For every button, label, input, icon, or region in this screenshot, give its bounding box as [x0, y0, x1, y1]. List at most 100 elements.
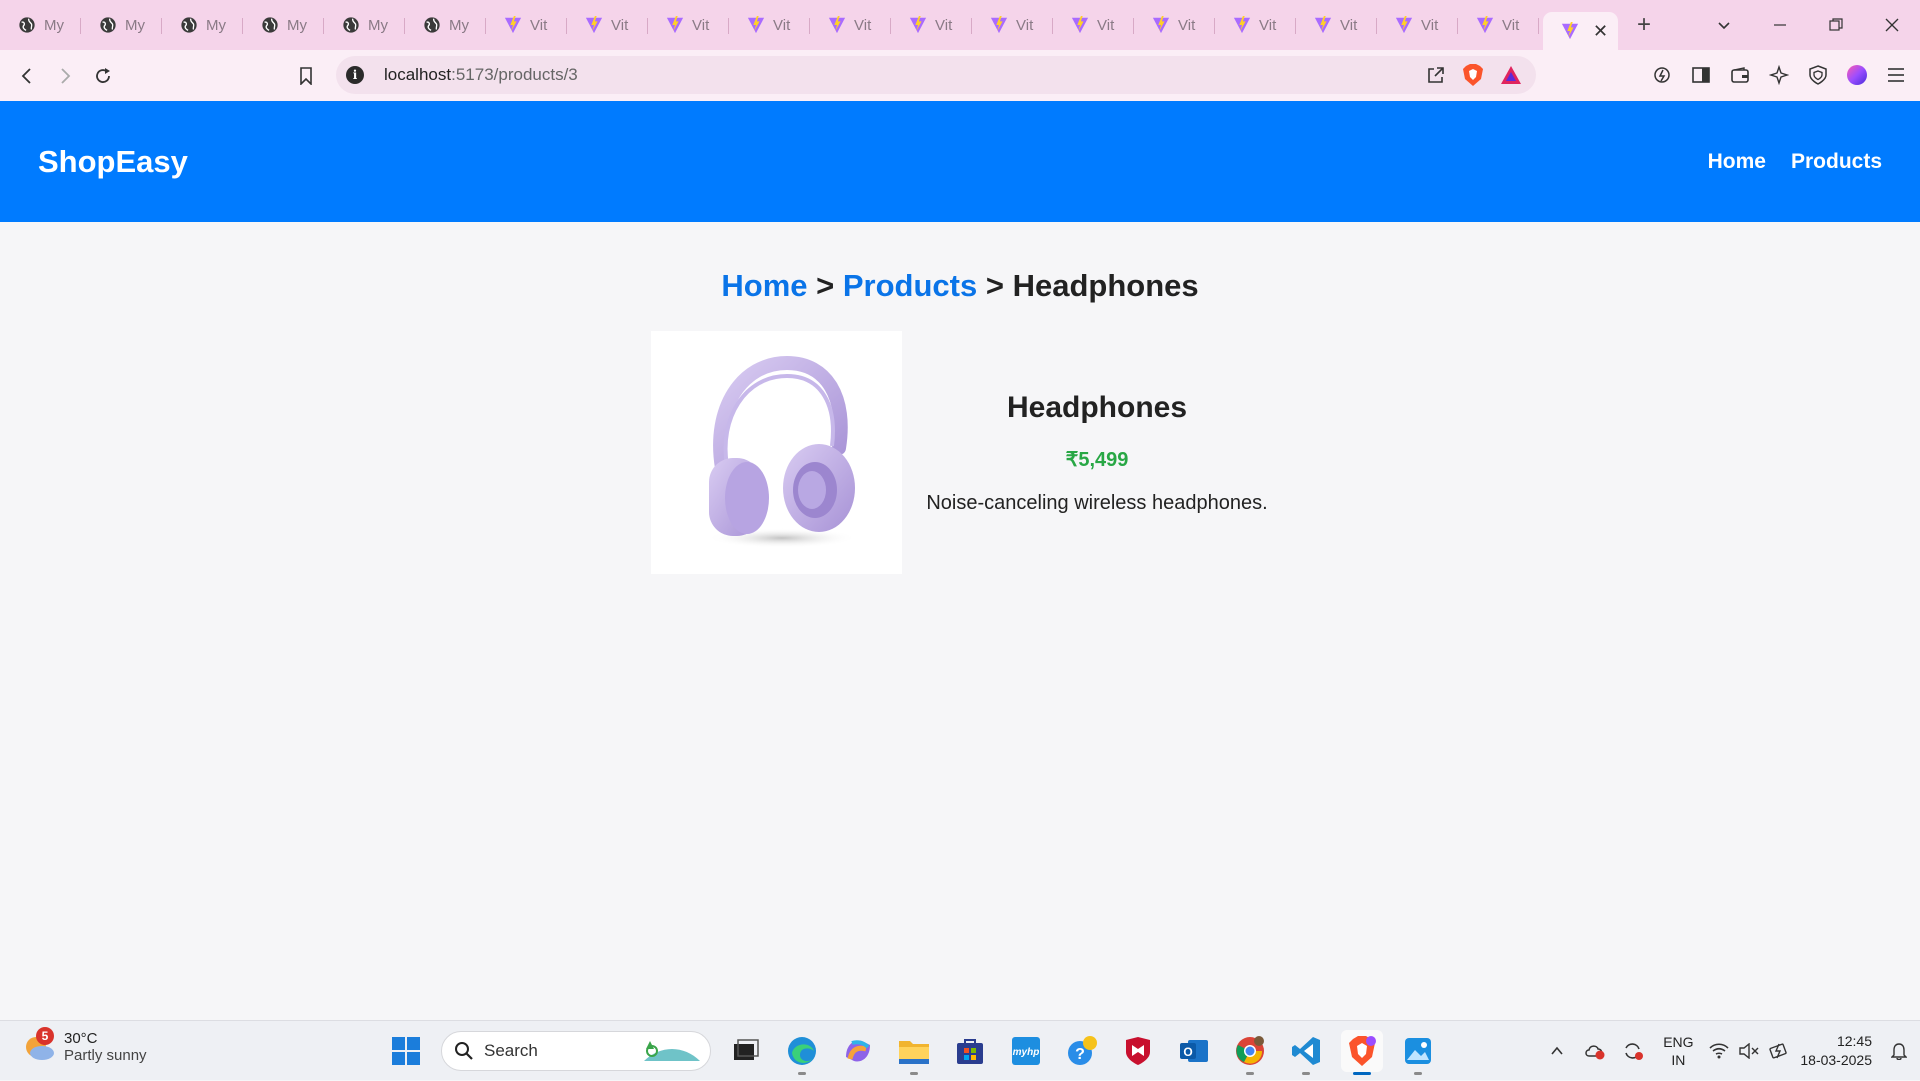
- file-explorer-icon[interactable]: [893, 1030, 935, 1075]
- vscode-icon[interactable]: [1285, 1030, 1327, 1075]
- browser-tab[interactable]: Vit: [486, 6, 567, 44]
- notifications-bell-icon[interactable]: [1882, 1031, 1916, 1071]
- browser-tab[interactable]: My: [81, 6, 162, 44]
- product-info: Headphones ₹5,499 Noise-canceling wirele…: [902, 391, 1292, 515]
- globe-icon: [342, 16, 360, 34]
- globe-icon: [423, 16, 441, 34]
- browser-tab[interactable]: Vit: [1215, 6, 1296, 44]
- show-hidden-icons-chevron[interactable]: [1538, 1031, 1576, 1071]
- breadcrumb-current: Headphones: [1012, 268, 1199, 303]
- profile-avatar-icon[interactable]: [1838, 56, 1875, 94]
- browser-tab[interactable]: Vit: [648, 6, 729, 44]
- onedrive-error-icon[interactable]: [1576, 1031, 1614, 1071]
- product-image: [651, 331, 902, 574]
- minimize-button[interactable]: [1752, 0, 1808, 50]
- browser-tab[interactable]: Vit: [1296, 6, 1377, 44]
- vite-icon: [909, 16, 927, 34]
- vpn-shield-icon[interactable]: [1799, 56, 1836, 94]
- url-host: localhost: [384, 65, 452, 84]
- chrome-icon[interactable]: [1229, 1030, 1271, 1075]
- back-button[interactable]: [8, 57, 46, 95]
- clock-time: 12:45: [1836, 1033, 1872, 1049]
- leo-ai-icon[interactable]: [1760, 56, 1797, 94]
- browser-tab[interactable]: My: [405, 6, 486, 44]
- forward-button[interactable]: [46, 57, 84, 95]
- browser-tab[interactable]: Vit: [891, 6, 972, 44]
- breadcrumb-home-link[interactable]: Home: [721, 268, 807, 303]
- mcafee-icon[interactable]: [1117, 1030, 1159, 1072]
- tab-title: Vit: [1502, 16, 1520, 34]
- breadcrumb-products-link[interactable]: Products: [843, 268, 977, 303]
- product-description: Noise-canceling wireless headphones.: [926, 491, 1268, 514]
- wifi-icon[interactable]: [1704, 1031, 1734, 1071]
- task-view-icon[interactable]: [725, 1030, 767, 1072]
- tab-search-chevron-icon[interactable]: [1696, 0, 1752, 50]
- close-window-button[interactable]: [1864, 0, 1920, 50]
- tab-title: Vit: [935, 16, 953, 34]
- browser-tab[interactable]: Vit: [810, 6, 891, 44]
- taskbar-search[interactable]: Search: [441, 1031, 711, 1071]
- browser-tab[interactable]: Vit: [1134, 6, 1215, 44]
- clock[interactable]: 12:45 18-03-2025: [1800, 1032, 1872, 1070]
- menu-icon[interactable]: [1877, 56, 1914, 94]
- battery-charging-icon[interactable]: [1764, 1031, 1794, 1071]
- microsoft-store-icon[interactable]: [949, 1030, 991, 1072]
- vite-icon: [1561, 22, 1579, 40]
- share-icon[interactable]: [1426, 65, 1446, 85]
- volume-muted-icon[interactable]: [1734, 1031, 1764, 1071]
- lang-region: IN: [1671, 1052, 1686, 1068]
- site-logo[interactable]: ShopEasy: [38, 144, 188, 180]
- lang-primary: ENG: [1663, 1034, 1694, 1050]
- browser-tab[interactable]: My: [243, 6, 324, 44]
- active-tab[interactable]: ✕: [1543, 12, 1618, 50]
- speedreader-icon[interactable]: [1643, 56, 1680, 94]
- browser-tab[interactable]: Vit: [1458, 6, 1539, 44]
- site-info-icon[interactable]: i: [346, 66, 364, 84]
- nav-products-link[interactable]: Products: [1791, 150, 1882, 174]
- url-path: :5173/products/3: [451, 65, 578, 84]
- outlook-icon[interactable]: O: [1173, 1030, 1215, 1072]
- reload-button[interactable]: [84, 57, 122, 95]
- brave-taskbar-icon[interactable]: [1341, 1030, 1383, 1075]
- browser-tab[interactable]: My: [324, 6, 405, 44]
- product-price: ₹5,499: [1065, 448, 1129, 471]
- nav-home-link[interactable]: Home: [1708, 150, 1766, 174]
- new-tab-button[interactable]: +: [1624, 6, 1664, 44]
- restore-button[interactable]: [1808, 0, 1864, 50]
- close-tab-icon[interactable]: ✕: [1593, 21, 1608, 42]
- tab-title: Vit: [1259, 16, 1277, 34]
- bookmark-icon[interactable]: [287, 57, 325, 95]
- main-nav: Home Products: [1708, 150, 1882, 174]
- vite-icon: [828, 16, 846, 34]
- edge-icon[interactable]: [781, 1030, 823, 1075]
- get-help-icon[interactable]: ?: [1061, 1030, 1103, 1072]
- browser-tab[interactable]: My: [0, 6, 81, 44]
- browser-tab[interactable]: Vit: [1377, 6, 1458, 44]
- photos-icon[interactable]: [1397, 1030, 1439, 1075]
- tab-title: Vit: [1178, 16, 1196, 34]
- weather-widget[interactable]: 5 30°C Partly sunny: [22, 1027, 147, 1065]
- language-indicator[interactable]: ENG IN: [1652, 1033, 1704, 1069]
- breadcrumb-separator: >: [977, 268, 1013, 303]
- browser-tab[interactable]: My: [162, 6, 243, 44]
- browser-toolbar: i localhost:5173/products/3: [0, 50, 1920, 101]
- brave-rewards-icon[interactable]: [1500, 65, 1522, 85]
- window-controls: [1696, 0, 1920, 50]
- browser-tab[interactable]: Vit: [1053, 6, 1134, 44]
- browser-tab[interactable]: Vit: [972, 6, 1053, 44]
- myhp-icon[interactable]: myhp: [1005, 1030, 1047, 1072]
- copilot-icon[interactable]: [837, 1030, 879, 1072]
- wallet-icon[interactable]: [1721, 56, 1758, 94]
- tab-title: Vit: [1421, 16, 1439, 34]
- vite-icon: [585, 16, 603, 34]
- breadcrumb: Home > Products > Headphones: [0, 268, 1920, 304]
- sidebar-icon[interactable]: [1682, 56, 1719, 94]
- brave-shields-icon[interactable]: [1462, 63, 1484, 87]
- sync-icon[interactable]: [1614, 1031, 1652, 1071]
- browser-tab[interactable]: Vit: [729, 6, 810, 44]
- address-bar[interactable]: i localhost:5173/products/3: [336, 56, 1536, 94]
- vite-icon: [666, 16, 684, 34]
- browser-tab[interactable]: Vit: [567, 6, 648, 44]
- tab-title: Vit: [773, 16, 791, 34]
- start-button[interactable]: [385, 1030, 427, 1072]
